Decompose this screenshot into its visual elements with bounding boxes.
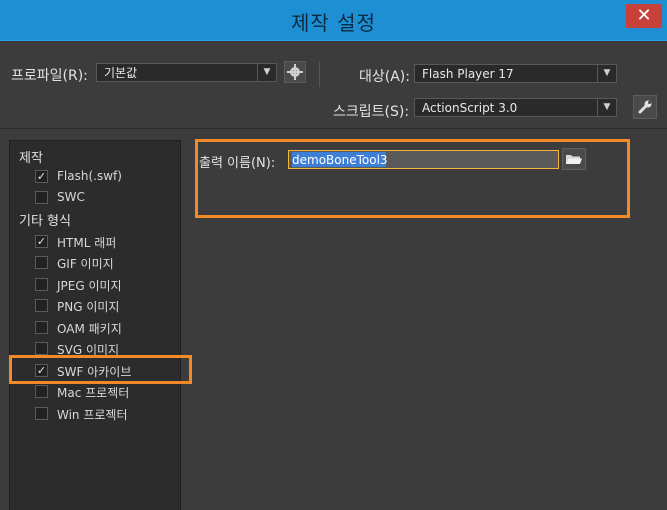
target-label: 대상(A): — [359, 69, 410, 85]
highlight-swf-archive — [9, 355, 192, 384]
wrench-icon — [638, 100, 652, 114]
option-label: HTML 래퍼 — [57, 236, 117, 250]
gear-icon — [287, 64, 303, 80]
chevron-down-icon: ▼ — [597, 99, 616, 116]
option-label: PNG 이미지 — [57, 300, 120, 314]
close-icon: ✕ — [636, 5, 652, 26]
option-label: OAM 패키지 — [57, 322, 122, 336]
checkbox-jpeg-image[interactable] — [35, 278, 48, 291]
profile-settings-button[interactable] — [284, 61, 306, 83]
group-label-publish: 제작 — [19, 151, 43, 166]
highlight-output-area — [195, 139, 630, 218]
dialog-title: 제작 설정 — [291, 11, 376, 35]
publish-format-panel: 제작 ✓ Flash(.swf) SWC 기타 형식 ✓ HTML 래퍼 GIF… — [9, 140, 181, 510]
option-label: JPEG 이미지 — [57, 279, 122, 293]
script-settings-button[interactable] — [633, 95, 657, 119]
script-label: 스크립트(S): — [333, 104, 410, 120]
checkbox-swc[interactable] — [35, 191, 48, 204]
checkbox-win-projector[interactable] — [35, 407, 48, 420]
chevron-down-icon: ▼ — [257, 64, 276, 81]
profile-value: 기본값 — [104, 66, 138, 80]
option-label: SWC — [57, 190, 85, 204]
checkbox-flash-swf[interactable]: ✓ — [35, 170, 48, 183]
group-label-other-formats: 기타 형식 — [19, 214, 71, 229]
checkbox-png-image[interactable] — [35, 299, 48, 312]
separator — [319, 61, 320, 87]
title-bar: 제작 설정 ✕ — [0, 0, 667, 41]
checkbox-html-wrapper[interactable]: ✓ — [35, 235, 48, 248]
option-label: Mac 프로젝터 — [57, 386, 130, 400]
profile-select[interactable]: 기본값 ▼ — [96, 63, 277, 82]
checkbox-gif-image[interactable] — [35, 256, 48, 269]
profile-label: 프로파일(R): — [11, 68, 88, 84]
chevron-down-icon: ▼ — [597, 65, 616, 82]
checkbox-svg-image[interactable] — [35, 342, 48, 355]
option-label: Flash(.swf) — [57, 169, 122, 183]
option-label: GIF 이미지 — [57, 257, 114, 271]
settings-header: 프로파일(R): 기본값 ▼ 대상(A): Flash Player 17 ▼ … — [0, 41, 667, 129]
option-label: Win 프로젝터 — [57, 408, 128, 422]
checkbox-oam-package[interactable] — [35, 321, 48, 334]
script-value: ActionScript 3.0 — [422, 101, 518, 115]
close-button[interactable]: ✕ — [626, 4, 662, 28]
checkbox-mac-projector[interactable] — [35, 385, 48, 398]
target-value: Flash Player 17 — [422, 67, 514, 81]
target-select[interactable]: Flash Player 17 ▼ — [414, 64, 617, 83]
script-select[interactable]: ActionScript 3.0 ▼ — [414, 98, 617, 117]
